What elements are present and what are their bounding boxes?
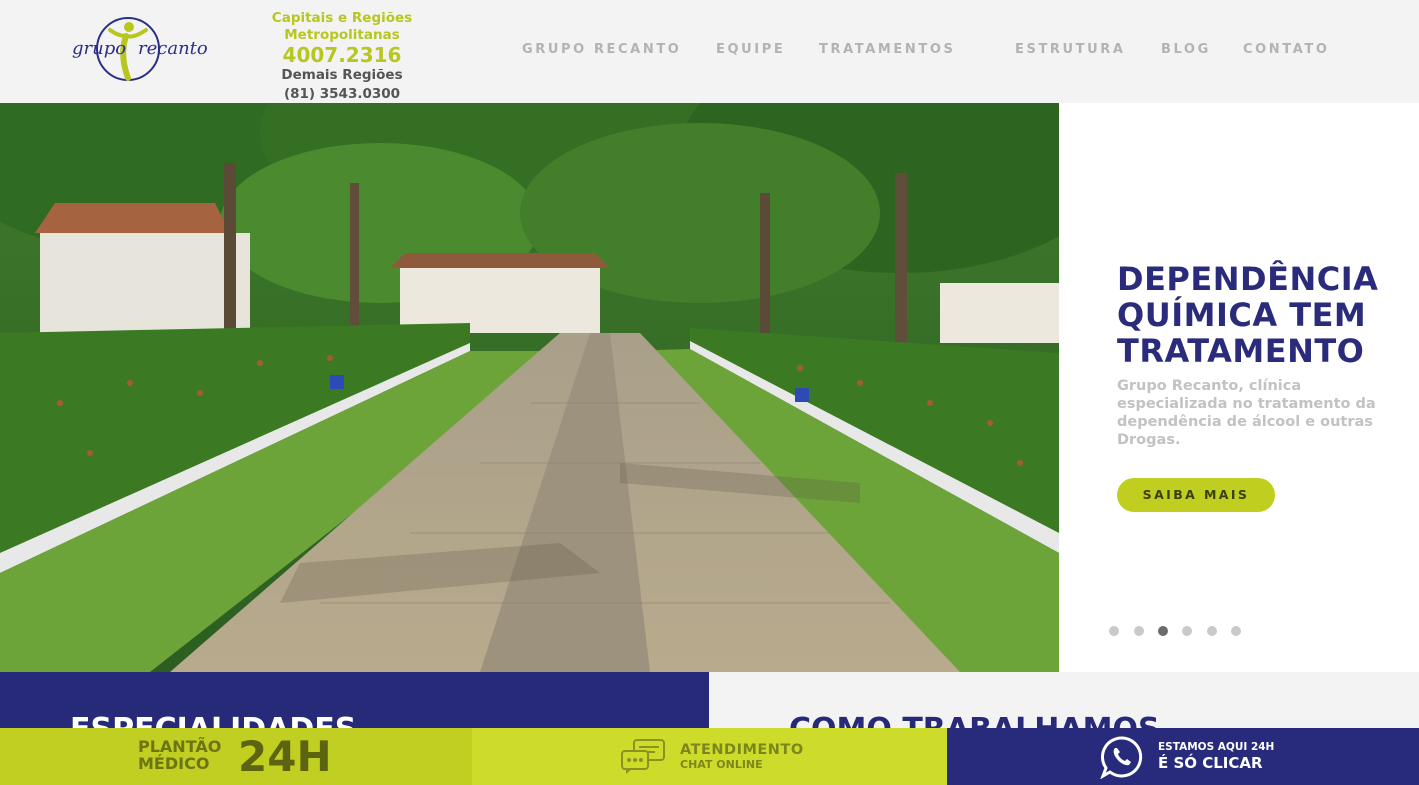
hero-text-panel: DEPENDÊNCIA QUÍMICA TEM TRATAMENTO Grupo…	[1059, 103, 1419, 672]
contact-block: Capitais e Regiões Metropolitanas 4007.2…	[214, 10, 470, 104]
whatsapp-line2: É SÓ CLICAR	[1158, 754, 1263, 772]
hero-slider-image	[0, 103, 1059, 672]
site-header: grupo recanto Capitais e Regiões Metropo…	[0, 0, 1419, 103]
whatsapp-line1: ESTAMOS AQUI 24H	[1158, 741, 1275, 753]
plantao-line1: PLANTÃO	[138, 737, 222, 756]
slider-dot-1[interactable]	[1109, 626, 1119, 636]
whatsapp-label: ESTAMOS AQUI 24H É SÓ CLICAR	[1158, 741, 1274, 773]
slider-dot-6[interactable]	[1231, 626, 1241, 636]
garden-path-photo	[0, 103, 1059, 672]
atendimento-chat-bar[interactable]: ATENDIMENTO CHAT ONLINE	[472, 728, 947, 785]
slider-dot-2[interactable]	[1134, 626, 1144, 636]
saiba-mais-button[interactable]: SAIBA MAIS	[1117, 478, 1275, 512]
logo-text-grupo: grupo	[72, 38, 127, 59]
nav-tratamentos[interactable]: TRATAMENTOS	[819, 42, 955, 57]
chat-bubbles-icon	[621, 739, 665, 774]
hero-subtitle: Grupo Recanto, clínica especializada no …	[1117, 378, 1376, 448]
contact-capitais-label: Capitais e Regiões Metropolitanas	[271, 10, 413, 43]
nav-estrutura[interactable]: ESTRUTURA	[1015, 42, 1126, 57]
whatsapp-bar[interactable]: ESTAMOS AQUI 24H É SÓ CLICAR	[947, 728, 1419, 785]
plantao-medico-bar[interactable]: PLANTÃO MÉDICO 24H	[0, 728, 472, 785]
atendimento-label: ATENDIMENTO CHAT ONLINE	[680, 742, 804, 771]
nav-blog[interactable]: BLOG	[1161, 42, 1211, 57]
plantao-line2: MÉDICO	[138, 754, 210, 773]
plantao-24h: 24H	[238, 732, 332, 781]
grupo-recanto-logo[interactable]: grupo recanto	[68, 14, 208, 86]
slider-dot-3[interactable]	[1158, 626, 1168, 636]
atendimento-line1: ATENDIMENTO	[680, 742, 804, 758]
contact-other-phone[interactable]: (81) 3543.0300	[214, 84, 470, 104]
nav-equipe[interactable]: EQUIPE	[716, 42, 785, 57]
nav-grupo-recanto[interactable]: GRUPO RECANTO	[522, 42, 681, 57]
slider-dot-5[interactable]	[1207, 626, 1217, 636]
slider-dot-4[interactable]	[1182, 626, 1192, 636]
contact-demais-label: Demais Regiões	[281, 67, 403, 83]
contact-main-phone[interactable]: 4007.2316	[214, 44, 470, 66]
plantao-label: PLANTÃO MÉDICO	[138, 738, 221, 772]
logo-text-recanto: recanto	[138, 38, 208, 59]
hero-title: DEPENDÊNCIA QUÍMICA TEM TRATAMENTO	[1117, 260, 1379, 370]
atendimento-line2: CHAT ONLINE	[680, 758, 763, 771]
nav-contato[interactable]: CONTATO	[1243, 42, 1330, 57]
whatsapp-icon	[1100, 736, 1143, 779]
